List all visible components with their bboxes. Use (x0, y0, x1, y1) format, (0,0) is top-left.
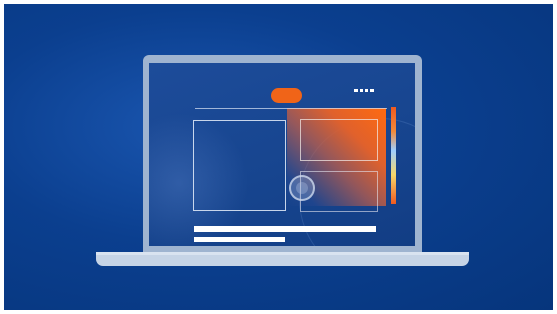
text-placeholder-bar-short (194, 237, 285, 242)
orange-pill-button (271, 88, 302, 103)
color-gradient-strip (391, 107, 396, 204)
circle-control-icon (289, 175, 315, 201)
right-content-panel-top (300, 119, 378, 161)
laptop-screen (149, 63, 415, 246)
laptop-base-edge (96, 252, 469, 255)
illustration-background (4, 4, 553, 310)
header-divider (195, 108, 387, 109)
laptop-lid (143, 55, 422, 252)
circle-control-inner (296, 182, 308, 194)
text-placeholder-bar-long (194, 226, 376, 232)
dots-icon (354, 89, 374, 92)
left-content-panel (193, 120, 286, 211)
